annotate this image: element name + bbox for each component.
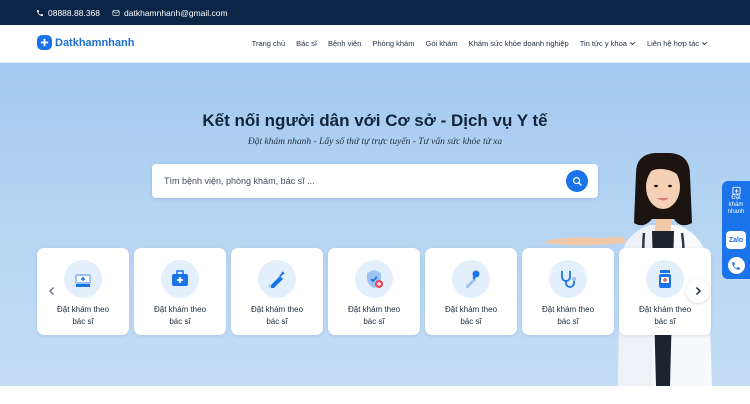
nav-partnership[interactable]: Liên hệ hợp tác [647, 39, 708, 48]
phone-icon [37, 9, 43, 16]
search-input[interactable] [164, 172, 554, 190]
quick-book-button[interactable]: Đặt khám nhanh [722, 186, 750, 216]
main-header: Datkhamnhanh Trang chủ Bác sĩ Bệnh viện … [0, 25, 750, 63]
service-card[interactable]: Đặt khám theo bác sĩ [134, 248, 226, 335]
floating-contact-bar: Đặt khám nhanh Zalo [722, 181, 750, 279]
dropper-icon [452, 260, 490, 298]
service-card[interactable]: Đặt khám theo bác sĩ [425, 248, 517, 335]
mail-icon [112, 9, 120, 16]
carousel-next-button[interactable] [686, 279, 710, 303]
syringe-icon [258, 260, 296, 298]
shield-plus-icon [355, 260, 393, 298]
chevron-down-icon [630, 42, 635, 46]
service-card[interactable]: Đặt khám theo bác sĩ [522, 248, 614, 335]
carousel-prev-button[interactable] [40, 279, 64, 303]
nav-hospitals[interactable]: Bệnh viện [328, 39, 361, 48]
nav-medical-news[interactable]: Tin tức y khoa [580, 39, 636, 48]
zalo-icon: Zalo [726, 231, 746, 249]
search-button[interactable] [566, 170, 588, 192]
phone-number: 08888.88.368 [48, 7, 100, 18]
email-address: datkhamnhanh@gmail.com [124, 7, 228, 18]
nav-corporate-health[interactable]: Khám sức khỏe doanh nghiệp [469, 39, 569, 48]
service-card[interactable]: Đặt khám theo bác sĩ [328, 248, 420, 335]
zalo-button[interactable]: Zalo [722, 231, 750, 249]
nav-clinics[interactable]: Phòng khám [372, 39, 414, 48]
logo-cross-icon [37, 35, 52, 50]
call-button[interactable] [722, 257, 750, 274]
page-bottom [0, 386, 750, 404]
chevron-down-icon [702, 42, 707, 46]
stethoscope-icon [549, 260, 587, 298]
hero-subtitle: Đặt khám nhanh - Lấy số thứ tự trực tuyế… [247, 137, 503, 147]
hero-section: Kết nối người dân với Cơ sở - Dịch vụ Y … [0, 63, 750, 386]
calendar-plus-icon [731, 186, 741, 195]
phone-contact[interactable]: 08888.88.368 [36, 8, 100, 18]
nav-home[interactable]: Trang chủ [252, 39, 286, 48]
phone-call-icon [727, 257, 745, 274]
nav-doctors[interactable]: Bác sĩ [296, 39, 317, 48]
chevron-left-icon [49, 287, 54, 295]
site-logo[interactable]: Datkhamnhanh [37, 35, 134, 50]
email-contact[interactable]: datkhamnhanh@gmail.com [112, 8, 228, 18]
top-contact-bar: 08888.88.368 datkhamnhanh@gmail.com [0, 0, 750, 25]
search-box [152, 164, 598, 198]
medicine-bottle-icon [646, 260, 684, 298]
medical-kit-icon [161, 260, 199, 298]
hero-title: Kết nối người dân với Cơ sở - Dịch vụ Y … [202, 111, 548, 130]
main-nav: Trang chủ Bác sĩ Bệnh viện Phòng khám Gó… [241, 39, 708, 48]
chevron-right-icon [695, 286, 702, 296]
search-icon [572, 176, 582, 186]
logo-text: Datkhamnhanh [55, 36, 135, 49]
hospital-bed-icon [64, 260, 102, 298]
service-card[interactable]: Đặt khám theo bác sĩ [231, 248, 323, 335]
nav-packages[interactable]: Gói khám [425, 39, 457, 48]
